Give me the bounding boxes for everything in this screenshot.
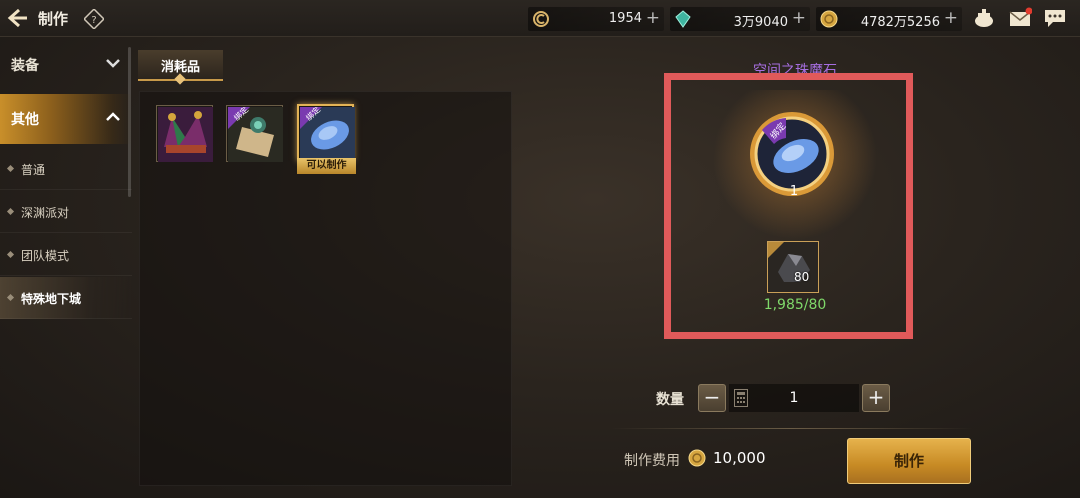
add-c-coin-button[interactable]: + [646,8,660,28]
sidebar: 装备 其他 普通 深渊派对 团队模式 特殊地下城 [0,37,132,498]
chevron-up-icon [106,112,120,121]
sidebar-item-label: 深渊派对 [21,206,70,220]
item-slot[interactable]: 绑定 [226,105,283,162]
sidebar-item-label: 特殊地下城 [21,292,82,306]
currency-gem-value: 3万9040 [733,15,788,30]
sidebar-category-equipment[interactable]: 装备 [0,40,132,90]
back-arrow-icon[interactable] [5,6,29,30]
add-gem-button[interactable]: + [792,8,806,28]
craft-cost-value: 10,000 [713,449,766,467]
gold-coin-icon [820,10,838,28]
sidebar-item-label: 普通 [21,163,46,177]
sidebar-item-normal[interactable]: 普通 [0,148,132,190]
jester-hat-icon [158,107,213,162]
craftable-badge: 可以制作 [297,158,356,174]
currency-c-coin-value: 1954 [608,11,642,26]
add-gold-button[interactable]: + [944,8,958,28]
gem-icon [675,10,691,28]
page-title: 制作 [38,10,69,28]
currency-gem: 3万9040 + [670,7,810,31]
tab-consumables[interactable]: 消耗品 [138,50,223,85]
quantity-stepper[interactable]: 1 [729,384,859,412]
shop-pot-icon[interactable] [972,7,996,29]
currency-c-coin: 1954 + [528,7,664,31]
sidebar-category-other[interactable]: 其他 [0,94,132,144]
tab-indicator [174,73,186,85]
top-bar: 制作 ? 1954 + 3万9040 + 4782万5256 + [0,0,1080,37]
highlight-frame [664,73,913,339]
quantity-value: 1 [789,390,799,406]
decrease-quantity-button[interactable]: − [698,384,726,412]
blue-stone-icon: 绑定 [300,107,355,162]
currency-gold: 4782万5256 + [816,7,962,31]
sidebar-item-team-mode[interactable]: 团队模式 [0,234,132,276]
item-slot-selected[interactable]: 绑定 可以制作 [297,104,356,174]
bullet-icon [6,164,15,173]
divider [610,428,973,429]
mail-icon[interactable] [1008,7,1032,29]
craft-button[interactable]: 制作 [847,438,971,484]
item-grid-panel: 绑定 绑定 可以制作 [139,91,512,486]
bullet-icon [6,293,15,302]
bullet-icon [6,207,15,216]
gold-coin-icon [688,449,706,467]
increase-quantity-button[interactable]: + [862,384,890,412]
sidebar-item-abyss-party[interactable]: 深渊派对 [0,191,132,233]
c-coin-icon [533,11,549,27]
sidebar-category-label: 装备 [11,58,39,74]
chat-icon[interactable] [1043,7,1067,29]
sidebar-category-label: 其他 [11,112,39,128]
sidebar-item-label: 团队模式 [21,249,70,263]
svg-text:?: ? [91,15,96,26]
help-icon[interactable]: ? [84,9,104,29]
bullet-icon [6,250,15,259]
chevron-down-icon [106,59,120,68]
tab-label: 消耗品 [160,60,200,75]
craft-cost-label: 制作费用 [624,453,680,469]
calculator-icon[interactable] [734,389,748,407]
sidebar-item-special-dungeon[interactable]: 特殊地下城 [0,277,132,319]
scroll-icon: 绑定 [228,107,283,162]
quantity-label: 数量 [656,392,684,408]
currency-gold-value: 4782万5256 [860,15,940,30]
item-slot[interactable] [156,105,213,162]
